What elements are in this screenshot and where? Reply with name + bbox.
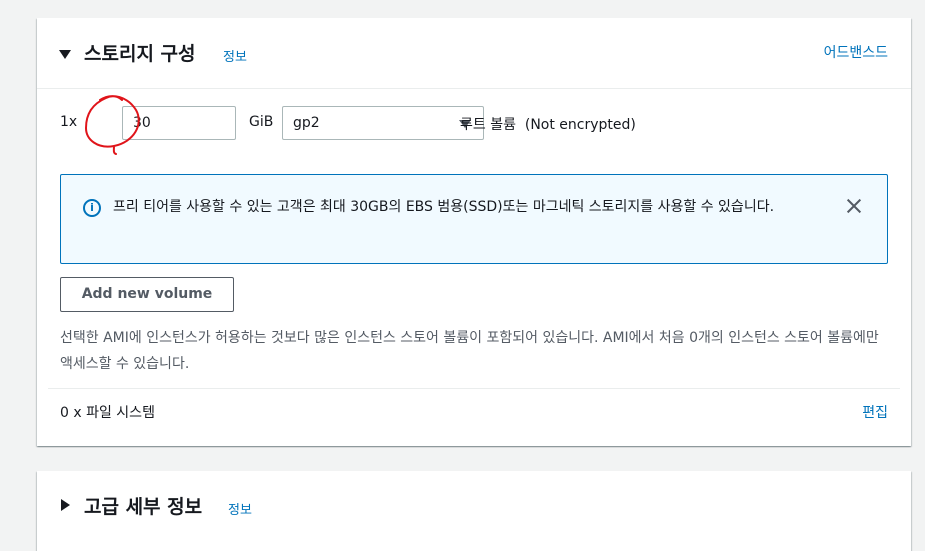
storage-panel-header[interactable]: 스토리지 구성 정보 어드밴스드 bbox=[37, 18, 911, 89]
storage-config-panel: 스토리지 구성 정보 어드밴스드 1x GiB gp2 루트 볼륨 (Not e… bbox=[37, 18, 911, 446]
advanced-info-link[interactable]: 정보 bbox=[228, 499, 252, 518]
advanced-toggle-link[interactable]: 어드밴스드 bbox=[824, 42, 888, 62]
storage-info-link[interactable]: 정보 bbox=[223, 46, 247, 65]
close-icon[interactable] bbox=[843, 195, 865, 217]
volume-unit-label: GiB bbox=[249, 114, 274, 130]
free-tier-info-alert: i 프리 티어를 사용할 수 있는 고객은 최대 30GB의 EBS 범용(SS… bbox=[60, 174, 888, 264]
advanced-panel-title: 고급 세부 정보 bbox=[84, 496, 203, 518]
volume-type-select[interactable]: gp2 bbox=[282, 106, 484, 140]
add-new-volume-button[interactable]: Add new volume bbox=[60, 277, 234, 312]
volume-type-value: gp2 bbox=[293, 115, 320, 131]
volume-count-label: 1x bbox=[60, 114, 78, 130]
root-volume-description: 루트 볼륨 (Not encrypted) bbox=[460, 117, 636, 133]
info-icon: i bbox=[83, 199, 101, 217]
ami-instance-store-description: 선택한 AMI에 인스턴스가 허용하는 것보다 많은 인스턴스 스토어 볼륨이 … bbox=[60, 330, 879, 372]
alert-message: 프리 티어를 사용할 수 있는 고객은 최대 30GB의 EBS 범용(SSD)… bbox=[113, 199, 775, 215]
advanced-details-panel: 고급 세부 정보 정보 bbox=[37, 471, 911, 551]
advanced-panel-header[interactable]: 고급 세부 정보 정보 bbox=[37, 471, 911, 541]
volume-size-input[interactable] bbox=[122, 106, 236, 140]
divider bbox=[48, 388, 900, 389]
caret-down-icon[interactable] bbox=[59, 50, 71, 59]
storage-panel-title: 스토리지 구성 bbox=[84, 43, 196, 65]
edit-file-systems-link[interactable]: 편집 bbox=[862, 402, 888, 422]
caret-right-icon[interactable] bbox=[61, 499, 70, 511]
file-systems-label: 0 x 파일 시스템 bbox=[60, 405, 155, 421]
